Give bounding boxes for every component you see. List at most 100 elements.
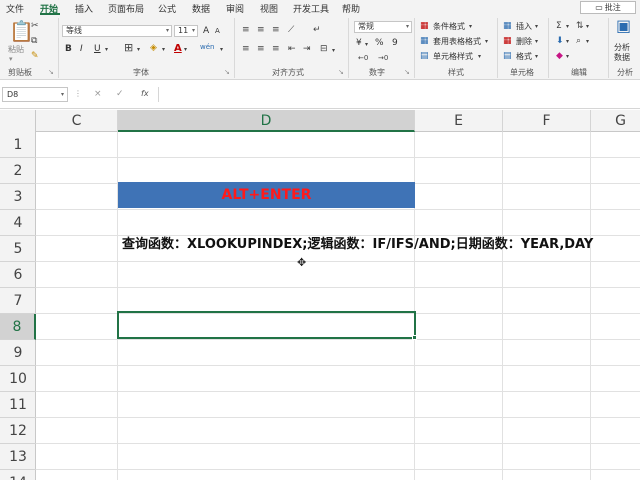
menu-page-layout[interactable]: 页面布局 bbox=[108, 2, 144, 15]
name-box[interactable]: D8 ▾ bbox=[2, 87, 68, 102]
more-icon[interactable]: ⋮ bbox=[74, 89, 82, 98]
chevron-down-icon[interactable]: ▾ bbox=[566, 22, 569, 32]
format-as-table-button[interactable]: 套用表格格式 bbox=[433, 36, 481, 47]
menu-developer[interactable]: 开发工具 bbox=[293, 2, 329, 15]
currency-button[interactable]: ¥ bbox=[356, 38, 362, 48]
format-cells-icon[interactable]: ▤ bbox=[503, 51, 512, 61]
analyze-data-icon[interactable]: ▣ bbox=[616, 18, 631, 34]
row-header-7[interactable]: 7 bbox=[0, 288, 36, 314]
menu-view[interactable]: 视图 bbox=[260, 2, 278, 15]
align-bottom-icon[interactable]: ≡ bbox=[272, 25, 280, 35]
cut-icon[interactable]: ✂ bbox=[31, 21, 39, 31]
cell-d5[interactable]: 查询函数：XLOOKUPINDEX;逻辑函数：IF/IFS/AND;日期函数：Y… bbox=[122, 236, 593, 254]
clipboard-launcher-icon[interactable]: ↘ bbox=[48, 67, 54, 77]
paste-dropdown-icon[interactable]: ▾ bbox=[9, 54, 13, 64]
insert-cells-button[interactable]: 插入 bbox=[516, 21, 532, 32]
align-left-icon[interactable]: ≡ bbox=[242, 44, 250, 54]
chevron-down-icon[interactable]: ▾ bbox=[469, 22, 472, 32]
align-top-icon[interactable]: ≡ bbox=[242, 25, 250, 35]
row-header-13[interactable]: 13 bbox=[0, 444, 36, 470]
chevron-down-icon[interactable]: ▾ bbox=[586, 37, 589, 47]
format-as-table-icon[interactable]: ▦ bbox=[420, 36, 429, 46]
align-center-icon[interactable]: ≡ bbox=[257, 44, 265, 54]
chevron-down-icon[interactable]: ▾ bbox=[365, 40, 368, 50]
column-header-d[interactable]: D bbox=[118, 110, 415, 132]
delete-cells-icon[interactable]: ▦ bbox=[503, 36, 512, 46]
column-header-f[interactable]: F bbox=[503, 110, 591, 132]
autosum-icon[interactable]: Σ bbox=[556, 21, 562, 31]
chevron-down-icon[interactable]: ▾ bbox=[105, 45, 108, 55]
font-size-select[interactable]: 11 ▾ bbox=[174, 25, 198, 37]
chevron-down-icon[interactable]: ▾ bbox=[137, 45, 140, 55]
row-header-5[interactable]: 5 bbox=[0, 236, 36, 262]
bold-button[interactable]: B bbox=[65, 44, 72, 54]
menu-formulas[interactable]: 公式 bbox=[158, 2, 176, 15]
row-header-4[interactable]: 4 bbox=[0, 210, 36, 236]
conditional-formatting-icon[interactable]: ▦ bbox=[420, 21, 429, 31]
wrap-text-icon[interactable]: ↵ bbox=[313, 25, 321, 35]
decrease-indent-icon[interactable]: ⇤ bbox=[288, 44, 296, 54]
menu-review[interactable]: 审阅 bbox=[226, 2, 244, 15]
formula-input[interactable] bbox=[158, 87, 640, 102]
cancel-entry-button[interactable]: × bbox=[94, 89, 102, 99]
insert-function-button[interactable]: fx bbox=[141, 89, 149, 98]
fill-icon[interactable]: ⬇ bbox=[556, 36, 564, 46]
increase-indent-icon[interactable]: ⇥ bbox=[303, 44, 311, 54]
orientation-icon[interactable]: ⟋ bbox=[288, 25, 294, 35]
fill-color-icon[interactable]: ◈ bbox=[150, 43, 157, 53]
clear-icon[interactable]: ◆ bbox=[556, 51, 563, 61]
italic-button[interactable]: I bbox=[80, 44, 83, 54]
chevron-down-icon[interactable]: ▾ bbox=[162, 45, 165, 55]
alignment-launcher-icon[interactable]: ↘ bbox=[338, 67, 344, 77]
borders-icon[interactable]: ⊞ bbox=[124, 42, 133, 53]
row-header-12[interactable]: 12 bbox=[0, 418, 36, 444]
sort-filter-icon[interactable]: ⇅ bbox=[576, 21, 584, 31]
number-format-select[interactable]: 常规 ▾ bbox=[354, 21, 412, 33]
merge-center-icon[interactable]: ⊟ bbox=[320, 44, 328, 54]
delete-cells-button[interactable]: 删除 bbox=[516, 36, 532, 47]
chevron-down-icon[interactable]: ▾ bbox=[220, 45, 223, 55]
column-header-c[interactable]: C bbox=[36, 110, 118, 132]
cell-d3[interactable]: ALT+ENTER bbox=[118, 182, 415, 208]
number-launcher-icon[interactable]: ↘ bbox=[404, 67, 410, 77]
find-select-icon[interactable]: ⌕ bbox=[576, 36, 581, 46]
increase-decimal-icon[interactable]: ←0 bbox=[358, 53, 368, 63]
analyze-data-label-2[interactable]: 数据 bbox=[614, 52, 630, 63]
chevron-down-icon[interactable]: ▾ bbox=[485, 37, 488, 47]
comma-button[interactable]: 9 bbox=[392, 38, 398, 48]
chevron-down-icon[interactable]: ▾ bbox=[332, 46, 335, 56]
confirm-entry-button[interactable]: ✓ bbox=[116, 89, 124, 99]
percent-button[interactable]: % bbox=[375, 38, 384, 48]
cell-styles-icon[interactable]: ▤ bbox=[420, 51, 429, 61]
selected-cell-d8[interactable] bbox=[117, 311, 416, 339]
chevron-down-icon[interactable]: ▾ bbox=[586, 22, 589, 32]
chevron-down-icon[interactable]: ▾ bbox=[184, 45, 187, 55]
align-middle-icon[interactable]: ≡ bbox=[257, 25, 265, 35]
chevron-down-icon[interactable]: ▾ bbox=[478, 52, 481, 62]
format-painter-icon[interactable]: ✎ bbox=[31, 51, 39, 61]
underline-button[interactable]: U bbox=[94, 44, 101, 54]
font-name-select[interactable]: 等线 ▾ bbox=[62, 25, 172, 37]
column-header-e[interactable]: E bbox=[415, 110, 503, 132]
row-header-11[interactable]: 11 bbox=[0, 392, 36, 418]
menu-data[interactable]: 数据 bbox=[192, 2, 210, 15]
menu-insert[interactable]: 插入 bbox=[75, 2, 93, 15]
chevron-down-icon[interactable]: ▾ bbox=[535, 37, 538, 47]
menu-file[interactable]: 文件 bbox=[6, 2, 24, 15]
row-header-9[interactable]: 9 bbox=[0, 340, 36, 366]
row-header-1[interactable]: 1 bbox=[0, 132, 36, 158]
row-header-2[interactable]: 2 bbox=[0, 158, 36, 184]
menu-help[interactable]: 帮助 bbox=[342, 2, 360, 15]
font-color-button[interactable]: A bbox=[174, 43, 182, 54]
conditional-formatting-button[interactable]: 条件格式 bbox=[433, 21, 465, 32]
chevron-down-icon[interactable]: ▾ bbox=[535, 22, 538, 32]
phonetic-button[interactable]: wén bbox=[200, 43, 214, 51]
row-header-10[interactable]: 10 bbox=[0, 366, 36, 392]
select-all-corner[interactable] bbox=[0, 110, 36, 132]
decrease-decimal-icon[interactable]: →0 bbox=[378, 53, 388, 63]
fill-handle[interactable] bbox=[412, 335, 417, 340]
row-header-8[interactable]: 8 bbox=[0, 314, 36, 340]
insert-cells-icon[interactable]: ▦ bbox=[503, 21, 512, 31]
cell-styles-button[interactable]: 单元格样式 bbox=[433, 51, 473, 62]
copy-icon[interactable]: ⧉ bbox=[31, 36, 37, 46]
